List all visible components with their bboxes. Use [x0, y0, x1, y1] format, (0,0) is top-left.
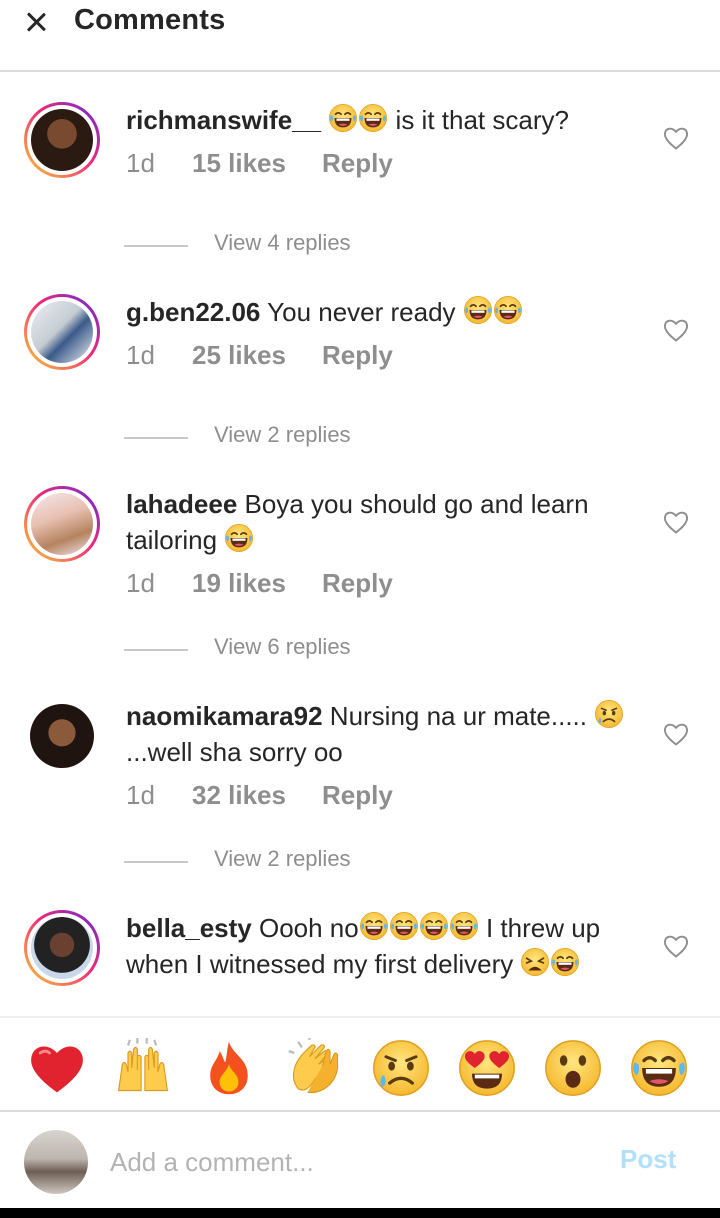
comment-likes[interactable]: 19 likes	[192, 568, 322, 599]
add-comment-bar: Post	[0, 1112, 720, 1208]
comment-text: g.ben22.06 You never ready	[126, 294, 636, 330]
comment-text: lahadeee Boya you should go and learn ta…	[126, 486, 636, 558]
like-heart-icon[interactable]	[662, 508, 690, 536]
comment-time: 1d	[126, 340, 155, 370]
divider-line	[124, 861, 188, 863]
comment-text: naomikamara92 Nursing na ur mate..... ..…	[126, 698, 636, 770]
comment-meta: 1d 25 likes Reply	[126, 340, 393, 371]
comment-content: Oooh no	[251, 913, 359, 943]
comment-time: 1d	[126, 148, 155, 178]
reply-button[interactable]: Reply	[322, 340, 393, 371]
comment-likes[interactable]: 32 likes	[192, 780, 322, 811]
quick-reactions-bar	[0, 1016, 720, 1112]
comment-text: bella_esty Oooh no I threw up when I wit…	[126, 910, 636, 982]
comment-username[interactable]: g.ben22.06	[126, 297, 260, 327]
reply-button[interactable]: Reply	[322, 148, 393, 179]
laughing-tears-icon	[550, 947, 580, 977]
comment-likes[interactable]: 25 likes	[192, 340, 322, 371]
like-heart-icon[interactable]	[662, 316, 690, 344]
avatar[interactable]	[24, 910, 100, 986]
avatar[interactable]	[24, 294, 100, 370]
laughing-tears-icon	[359, 911, 389, 941]
laughing-tears-icon	[463, 295, 493, 325]
laughing-tears-icon	[419, 911, 449, 941]
view-replies-label: View 2 replies	[214, 846, 351, 871]
heart-eyes-icon[interactable]	[457, 1038, 517, 1098]
divider-line	[124, 437, 188, 439]
laughing-tears-icon	[493, 295, 523, 325]
page-title: Comments	[74, 4, 226, 36]
view-replies-label: View 2 replies	[214, 422, 351, 447]
comment-time: 1d	[126, 568, 155, 598]
weary-face-icon	[520, 947, 550, 977]
comment-meta: 1d 19 likes Reply	[126, 568, 393, 599]
laughing-tears-icon	[328, 103, 358, 133]
close-icon[interactable]	[20, 6, 52, 38]
comment-content: You never ready	[260, 297, 463, 327]
surprised-face-icon[interactable]	[543, 1038, 603, 1098]
comment-username[interactable]: richmanswife__	[126, 105, 321, 135]
comment-username[interactable]: bella_esty	[126, 913, 252, 943]
laughing-tears-icon	[389, 911, 419, 941]
raising-hands-icon[interactable]	[113, 1038, 173, 1098]
reply-button[interactable]: Reply	[322, 780, 393, 811]
avatar[interactable]	[30, 704, 94, 768]
comments-list[interactable]: richmanswife__ is it that scary? 1d 15 li…	[0, 74, 720, 1016]
laughing-tears-icon[interactable]	[629, 1038, 689, 1098]
comments-header: Comments	[0, 0, 720, 72]
comment-input[interactable]	[110, 1142, 590, 1182]
laughing-tears-icon	[224, 523, 254, 553]
view-replies-label: View 4 replies	[214, 230, 351, 255]
comment-likes[interactable]: 15 likes	[192, 148, 322, 179]
view-replies-label: View 6 replies	[214, 634, 351, 659]
sad-sweat-icon	[594, 699, 624, 729]
comment-content: is it that scary?	[388, 105, 569, 135]
laughing-tears-icon	[358, 103, 388, 133]
comment-time: 1d	[126, 780, 155, 810]
avatar[interactable]	[24, 102, 100, 178]
comment-content-continued: ...well sha sorry oo	[126, 737, 343, 767]
comment-text: richmanswife__ is it that scary?	[126, 102, 636, 138]
like-heart-icon[interactable]	[662, 932, 690, 960]
sad-sweat-icon[interactable]	[371, 1038, 431, 1098]
comment-content: Nursing na ur mate.....	[322, 701, 595, 731]
comment-meta: 1d 15 likes Reply	[126, 148, 393, 179]
comment-username[interactable]: naomikamara92	[126, 701, 323, 731]
fire-icon[interactable]	[199, 1038, 259, 1098]
divider-line	[124, 245, 188, 247]
system-nav-bar	[0, 1208, 720, 1218]
comment-meta: 1d 32 likes Reply	[126, 780, 393, 811]
like-heart-icon[interactable]	[662, 720, 690, 748]
like-heart-icon[interactable]	[662, 124, 690, 152]
post-button[interactable]: Post	[620, 1144, 676, 1175]
comment-username[interactable]: lahadeee	[126, 489, 237, 519]
avatar	[24, 1130, 88, 1194]
red-heart-icon[interactable]	[27, 1038, 87, 1098]
clapping-hands-icon[interactable]	[285, 1038, 345, 1098]
avatar[interactable]	[24, 486, 100, 562]
divider-line	[124, 649, 188, 651]
laughing-tears-icon	[449, 911, 479, 941]
reply-button[interactable]: Reply	[322, 568, 393, 599]
